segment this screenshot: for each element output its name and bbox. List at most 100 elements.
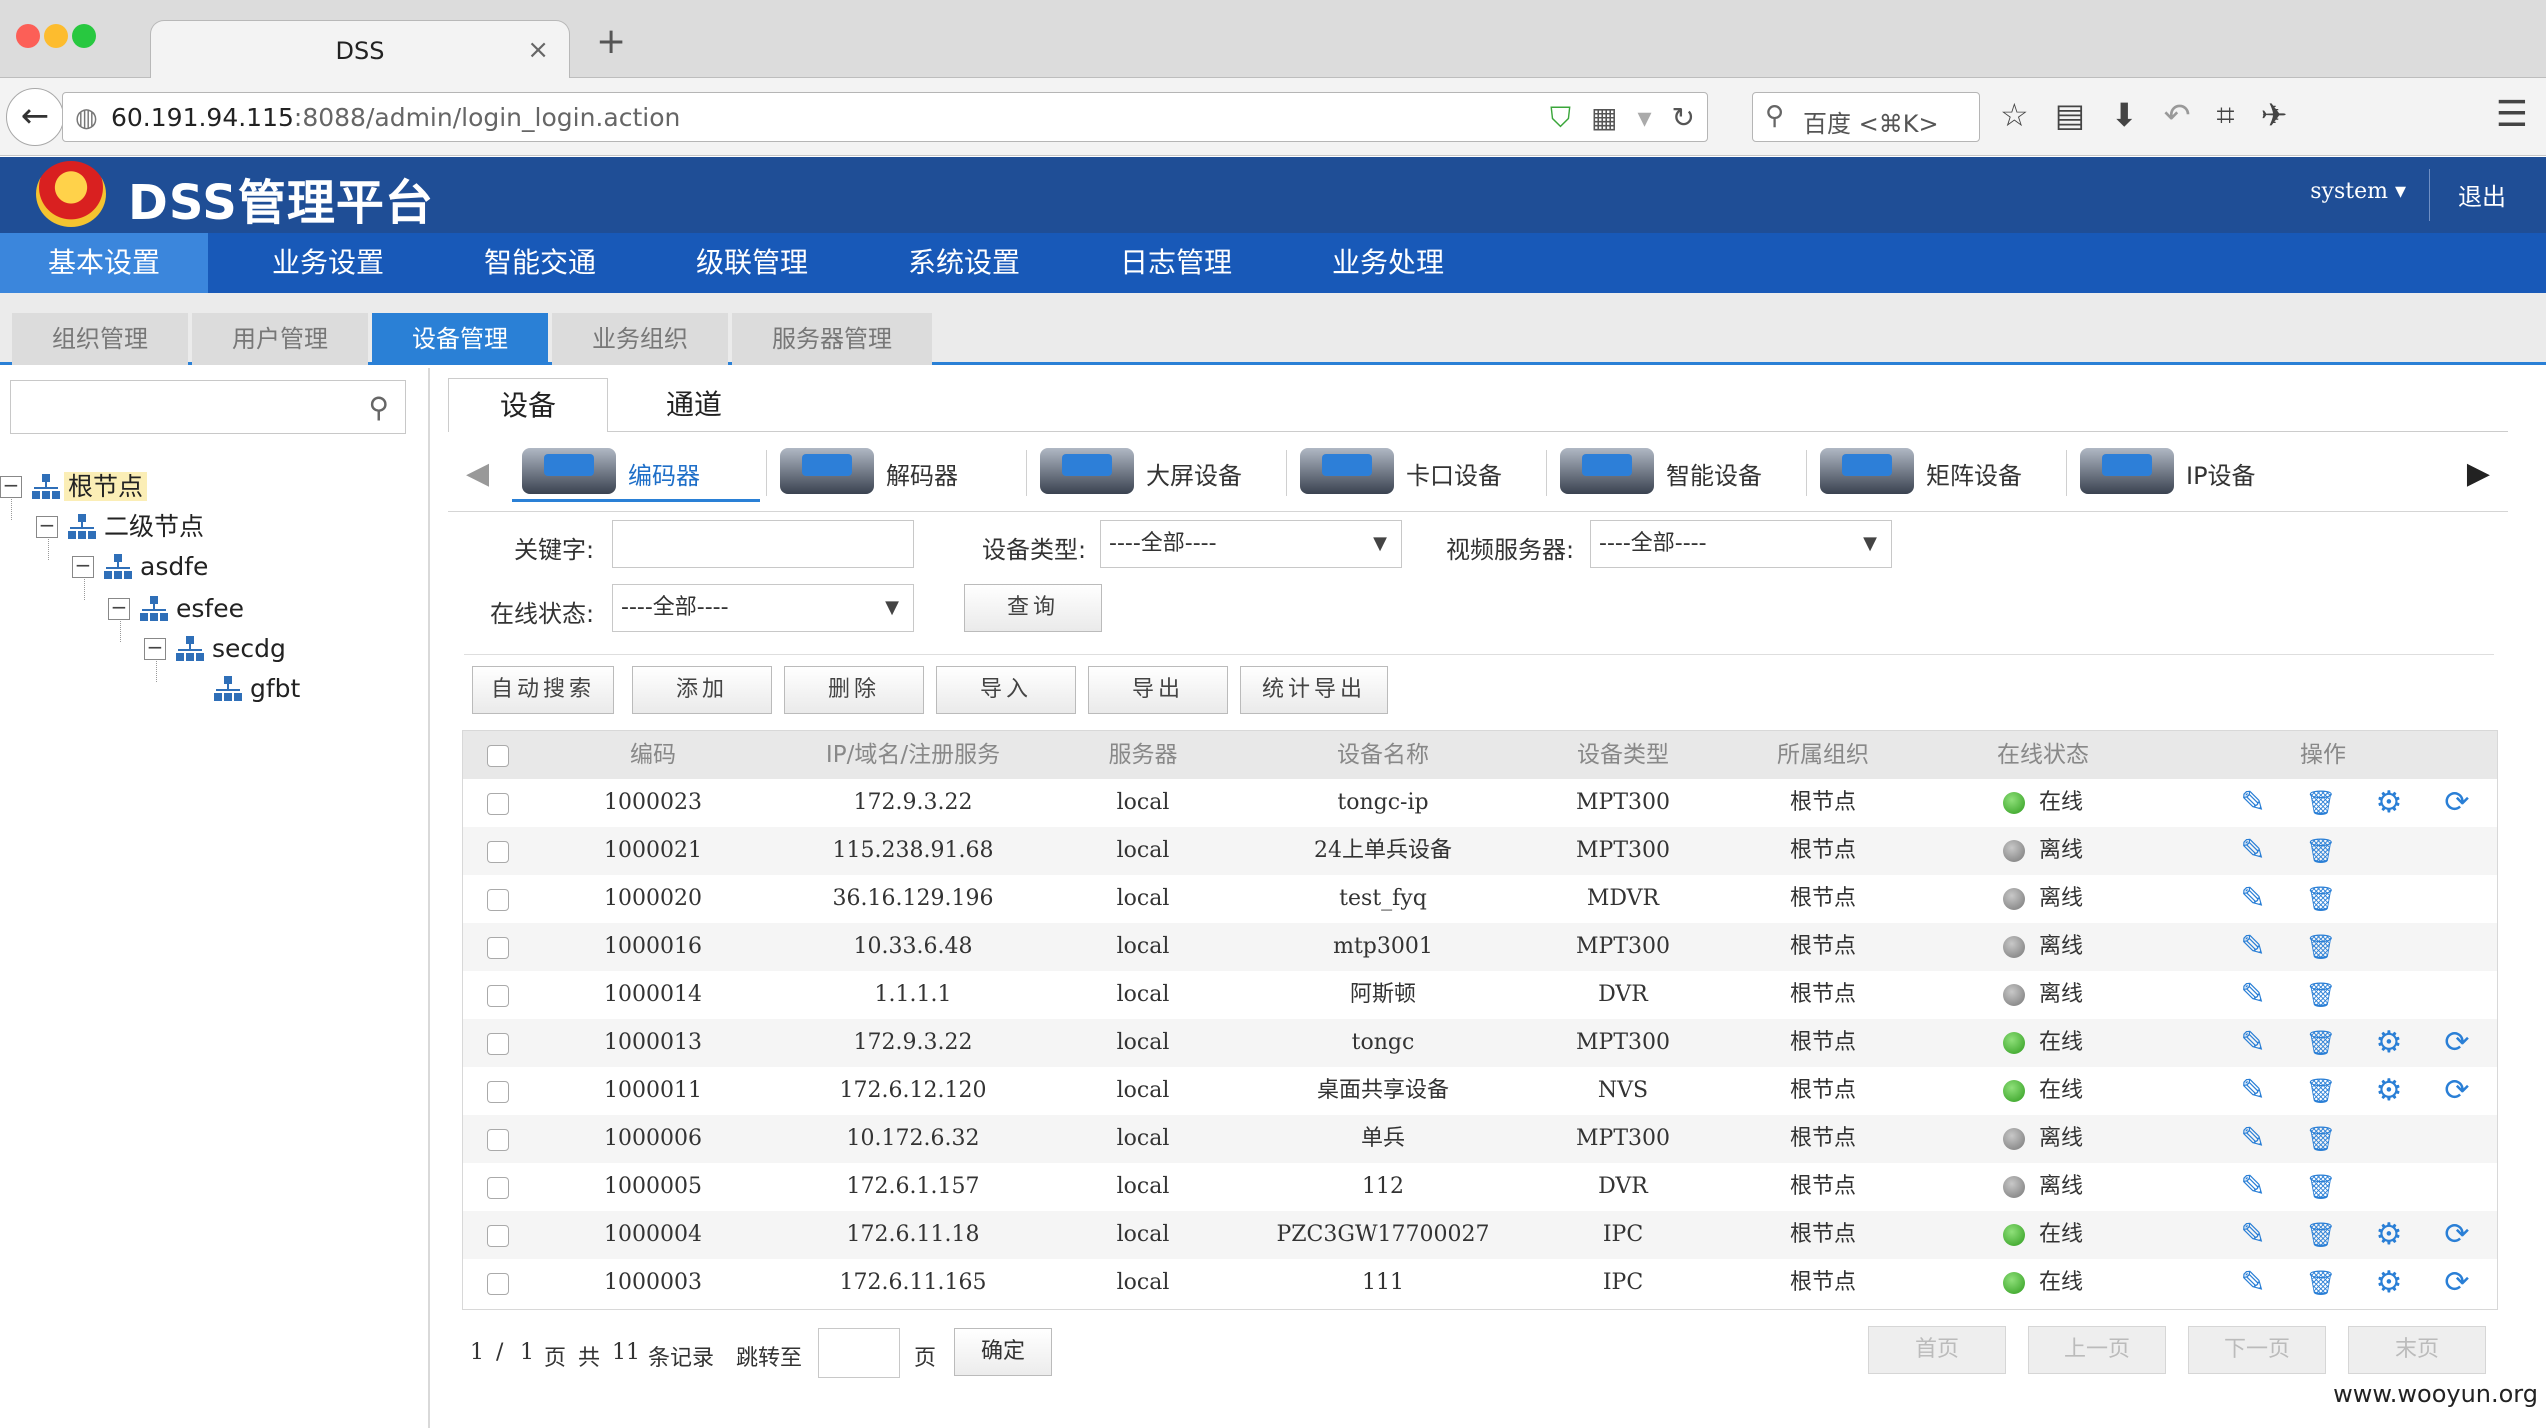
address-bar[interactable]: ◍ 60.191.94.115:8088/admin/login_login.a… — [62, 92, 1708, 142]
subtab-user-management[interactable]: 用户管理 — [192, 313, 368, 365]
arrow-left-icon[interactable]: ◀ — [466, 456, 489, 491]
prev-page-button[interactable]: 上一页 — [2028, 1326, 2166, 1374]
delete-icon[interactable]: 🗑 — [2303, 1073, 2339, 1109]
hamburger-menu-icon[interactable]: ☰ — [2496, 94, 2528, 135]
subtab-business-org[interactable]: 业务组织 — [552, 313, 728, 365]
device-type-ip[interactable]: IP设备 — [2070, 438, 2318, 502]
row-checkbox[interactable] — [487, 889, 509, 911]
subtab-device-management[interactable]: 设备管理 — [372, 313, 548, 365]
tree-node-secdg[interactable]: − secdg — [144, 630, 290, 666]
table-row[interactable]: 1000020 36.16.129.196 local test_fyq MDVR 根节点… — [463, 875, 2497, 923]
table-row[interactable]: 1000021 115.238.91.68 local 24上单兵设备 MPT300 根节… — [463, 827, 2497, 875]
edit-icon[interactable]: ✎ — [2235, 1169, 2271, 1205]
export-button[interactable]: 导出 — [1088, 666, 1228, 714]
delete-icon[interactable]: 🗑 — [2303, 1217, 2339, 1253]
device-type-decoder[interactable]: 解码器 — [770, 438, 1018, 502]
row-checkbox[interactable] — [487, 1129, 509, 1151]
collapse-toggle-icon[interactable]: − — [36, 515, 58, 538]
new-tab-button[interactable]: + — [596, 24, 626, 60]
table-row[interactable]: 1000011 172.6.12.120 local 桌面共享设备 NVS 根节点 在线 ✎ 🗑… — [463, 1067, 2497, 1115]
row-checkbox[interactable] — [487, 841, 509, 863]
row-checkbox[interactable] — [487, 1225, 509, 1247]
table-row[interactable]: 1000004 172.6.11.18 local PZC3GW17700027 IPC… — [463, 1211, 2497, 1259]
search-box[interactable]: ⚲ 百度 <⌘K> — [1752, 92, 1980, 142]
refresh-icon[interactable]: ⟳ — [2439, 785, 2475, 821]
auto-search-button[interactable]: 自动搜索 — [472, 666, 614, 714]
close-window-button[interactable] — [16, 24, 40, 48]
tree-search-input[interactable]: ⚲ — [10, 380, 406, 434]
nav-system-settings[interactable]: 系统设置 — [854, 233, 1074, 293]
row-checkbox[interactable] — [487, 985, 509, 1007]
table-row[interactable]: 1000014 1.1.1.1 local 阿斯顿 DVR 根节点 离线 ✎ 🗑 — [463, 971, 2497, 1019]
browser-tab[interactable]: DSS × — [150, 20, 570, 78]
video-server-select[interactable]: ----全部---- ▼ — [1590, 520, 1892, 568]
query-button[interactable]: 查询 — [964, 584, 1102, 632]
zoom-window-button[interactable] — [72, 24, 96, 48]
edit-icon[interactable]: ✎ — [2235, 977, 2271, 1013]
minimize-window-button[interactable] — [44, 24, 68, 48]
bookmark-star-icon[interactable]: ☆ — [2000, 96, 2029, 134]
settings-gear-icon[interactable]: ⚙ — [2371, 1025, 2407, 1061]
download-icon[interactable]: ⬇ — [2111, 96, 2138, 134]
crop-icon[interactable]: ⌗ — [2217, 96, 2235, 134]
tree-node-level2[interactable]: − 二级节点 — [36, 508, 208, 544]
online-status-select[interactable]: ----全部---- ▼ — [612, 584, 914, 632]
nav-business-process[interactable]: 业务处理 — [1278, 233, 1498, 293]
back-button[interactable]: ← — [6, 88, 64, 146]
nav-business-settings[interactable]: 业务设置 — [218, 233, 438, 293]
url-text[interactable]: 60.191.94.115:8088/admin/login_login.act… — [111, 103, 680, 132]
device-type-select[interactable]: ----全部---- ▼ — [1100, 520, 1402, 568]
undo-icon[interactable]: ↶ — [2164, 96, 2191, 134]
delete-icon[interactable]: 🗑 — [2303, 881, 2339, 917]
refresh-icon[interactable]: ⟳ — [2439, 1217, 2475, 1253]
row-checkbox[interactable] — [487, 937, 509, 959]
tab-close-icon[interactable]: × — [527, 35, 549, 65]
extension-icon[interactable]: ✈ — [2261, 96, 2288, 134]
collapse-toggle-icon[interactable]: − — [72, 555, 94, 578]
keyword-input[interactable] — [612, 520, 914, 568]
search-icon[interactable]: ⚲ — [368, 391, 389, 424]
device-type-checkpoint[interactable]: 卡口设备 — [1290, 438, 1538, 502]
row-checkbox[interactable] — [487, 1273, 509, 1295]
tab-device[interactable]: 设备 — [448, 378, 608, 432]
refresh-icon[interactable]: ⟳ — [2439, 1073, 2475, 1109]
reload-icon[interactable]: ↻ — [1672, 101, 1695, 134]
row-checkbox[interactable] — [487, 1177, 509, 1199]
edit-icon[interactable]: ✎ — [2235, 833, 2271, 869]
table-row[interactable]: 1000003 172.6.11.165 local 111 IPC 根节点 在线 ✎ 🗑 ⚙ ⟳ — [463, 1259, 2497, 1307]
settings-gear-icon[interactable]: ⚙ — [2371, 785, 2407, 821]
subtab-org-management[interactable]: 组织管理 — [12, 313, 188, 365]
shield-icon[interactable]: ⛉ — [1550, 101, 1571, 134]
select-all-checkbox[interactable] — [487, 745, 509, 767]
edit-icon[interactable]: ✎ — [2235, 1121, 2271, 1157]
row-checkbox[interactable] — [487, 793, 509, 815]
stats-export-button[interactable]: 统计导出 — [1240, 666, 1388, 714]
tree-node-esfee[interactable]: − esfee — [108, 590, 248, 626]
nav-log-management[interactable]: 日志管理 — [1066, 233, 1286, 293]
refresh-icon[interactable]: ⟳ — [2439, 1265, 2475, 1301]
tree-node-root[interactable]: − 根节点 — [0, 468, 148, 504]
edit-icon[interactable]: ✎ — [2235, 1073, 2271, 1109]
nav-smart-traffic[interactable]: 智能交通 — [430, 233, 650, 293]
table-row[interactable]: 1000023 172.9.3.22 local tongc-ip MPT300 根节点 在… — [463, 779, 2497, 827]
delete-button[interactable]: 删除 — [784, 666, 924, 714]
edit-icon[interactable]: ✎ — [2235, 881, 2271, 917]
device-type-screen[interactable]: 大屏设备 — [1030, 438, 1278, 502]
edit-icon[interactable]: ✎ — [2235, 1265, 2271, 1301]
delete-icon[interactable]: 🗑 — [2303, 929, 2339, 965]
qr-code-icon[interactable]: ▦ — [1591, 101, 1617, 134]
delete-icon[interactable]: 🗑 — [2303, 977, 2339, 1013]
table-row[interactable]: 1000016 10.33.6.48 local mtp3001 MPT300 根节点 离线… — [463, 923, 2497, 971]
table-row[interactable]: 1000013 172.9.3.22 local tongc MPT300 根节点 在线 ✎ 🗑… — [463, 1019, 2497, 1067]
delete-icon[interactable]: 🗑 — [2303, 1121, 2339, 1157]
delete-icon[interactable]: 🗑 — [2303, 785, 2339, 821]
tree-node-gfbt[interactable]: gfbt — [214, 670, 304, 706]
arrow-right-icon[interactable]: ▶ — [2467, 456, 2490, 491]
reading-list-icon[interactable]: ▤ — [2055, 96, 2085, 134]
add-button[interactable]: 添加 — [632, 666, 772, 714]
collapse-toggle-icon[interactable]: − — [144, 637, 166, 660]
subtab-server-management[interactable]: 服务器管理 — [732, 313, 932, 365]
row-checkbox[interactable] — [487, 1033, 509, 1055]
user-menu[interactable]: system ▾ — [2310, 179, 2406, 204]
chevron-down-icon[interactable]: ▾ — [1637, 101, 1651, 134]
